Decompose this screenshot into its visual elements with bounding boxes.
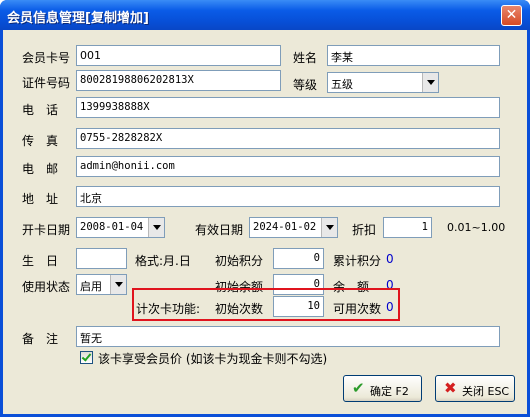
email-label: 电 邮 <box>22 162 59 176</box>
chevron-down-icon[interactable] <box>148 218 164 237</box>
remark-label: 备 注 <box>22 332 59 346</box>
member-price-checkbox[interactable] <box>80 351 93 364</box>
total-points-value: 0 <box>386 252 394 266</box>
discount-range: 0.01~1.00 <box>447 221 506 234</box>
expire-date-value: 2024-01-02 <box>253 221 317 233</box>
birthday-field[interactable] <box>76 248 127 269</box>
open-date-select[interactable]: 2008-01-04 <box>76 217 165 238</box>
expire-date-label: 有效日期 <box>195 223 244 237</box>
phone-label: 电 话 <box>22 103 59 117</box>
id-no-label: 证件号码 <box>22 76 71 90</box>
address-field[interactable]: 北京 <box>76 186 500 207</box>
card-no-label: 会员卡号 <box>22 51 71 65</box>
check-icon: ✔ <box>352 379 365 397</box>
initial-count-label: 初始次数 <box>215 302 264 316</box>
open-date-label: 开卡日期 <box>22 223 71 237</box>
window-title: 会员信息管理[复制增加] <box>7 11 149 26</box>
status-select[interactable]: 启用 <box>76 274 127 295</box>
name-field[interactable]: 李某 <box>327 45 500 66</box>
chevron-down-icon[interactable] <box>110 275 126 294</box>
open-date-value: 2008-01-04 <box>80 221 144 233</box>
initial-points-field[interactable]: 0 <box>273 248 324 269</box>
initial-count-field[interactable]: 10 <box>273 296 324 317</box>
close-button[interactable]: ✖ 关闭 ESC <box>435 375 515 402</box>
address-label: 地 址 <box>22 192 59 206</box>
status-value: 启用 <box>80 280 102 293</box>
ok-button-label: 确定 F2 <box>370 385 409 398</box>
birthday-format-hint: 格式:月.日 <box>135 254 191 268</box>
fax-label: 传 真 <box>22 134 59 148</box>
fax-field[interactable]: 0755-2828282X <box>76 128 500 149</box>
close-button-label: 关闭 ESC <box>462 385 510 398</box>
level-value: 五级 <box>331 78 353 91</box>
initial-points-label: 初始积分 <box>215 254 264 268</box>
dialog-body: 会员卡号 001 姓名 李某 证件号码 80028198806202813X 等… <box>3 30 527 414</box>
discount-label: 折扣 <box>352 223 377 237</box>
level-label: 等级 <box>293 78 318 92</box>
title-bar[interactable]: 会员信息管理[复制增加] ✕ <box>0 0 530 30</box>
phone-field[interactable]: 1399938888X <box>76 97 500 118</box>
level-select[interactable]: 五级 <box>327 72 439 93</box>
window-close-button[interactable]: ✕ <box>501 5 522 26</box>
id-no-field[interactable]: 80028198806202813X <box>76 70 281 91</box>
birthday-label: 生 日 <box>22 254 59 268</box>
chevron-down-icon[interactable] <box>321 218 337 237</box>
remark-field[interactable]: 暂无 <box>76 326 500 347</box>
x-icon: ✖ <box>444 379 457 397</box>
ok-button[interactable]: ✔ 确定 F2 <box>343 375 422 402</box>
total-points-label: 累计积分 <box>333 254 382 268</box>
status-label: 使用状态 <box>22 280 71 294</box>
email-field[interactable]: admin@honii.com <box>76 156 500 177</box>
dialog-window: 会员信息管理[复制增加] ✕ 会员卡号 001 姓名 李某 证件号码 80028… <box>0 0 530 417</box>
count-card-label: 计次卡功能: <box>136 302 201 316</box>
member-price-label[interactable]: 该卡享受会员价 (如该卡为现金卡则不勾选) <box>98 350 327 367</box>
card-no-field[interactable]: 001 <box>76 45 281 66</box>
expire-date-select[interactable]: 2024-01-02 <box>249 217 338 238</box>
available-count-label: 可用次数 <box>333 302 382 316</box>
name-label: 姓名 <box>293 51 318 65</box>
close-icon: ✕ <box>505 7 518 23</box>
discount-field[interactable]: 1 <box>383 217 432 238</box>
available-count-value: 0 <box>386 300 394 314</box>
chevron-down-icon[interactable] <box>422 73 438 92</box>
